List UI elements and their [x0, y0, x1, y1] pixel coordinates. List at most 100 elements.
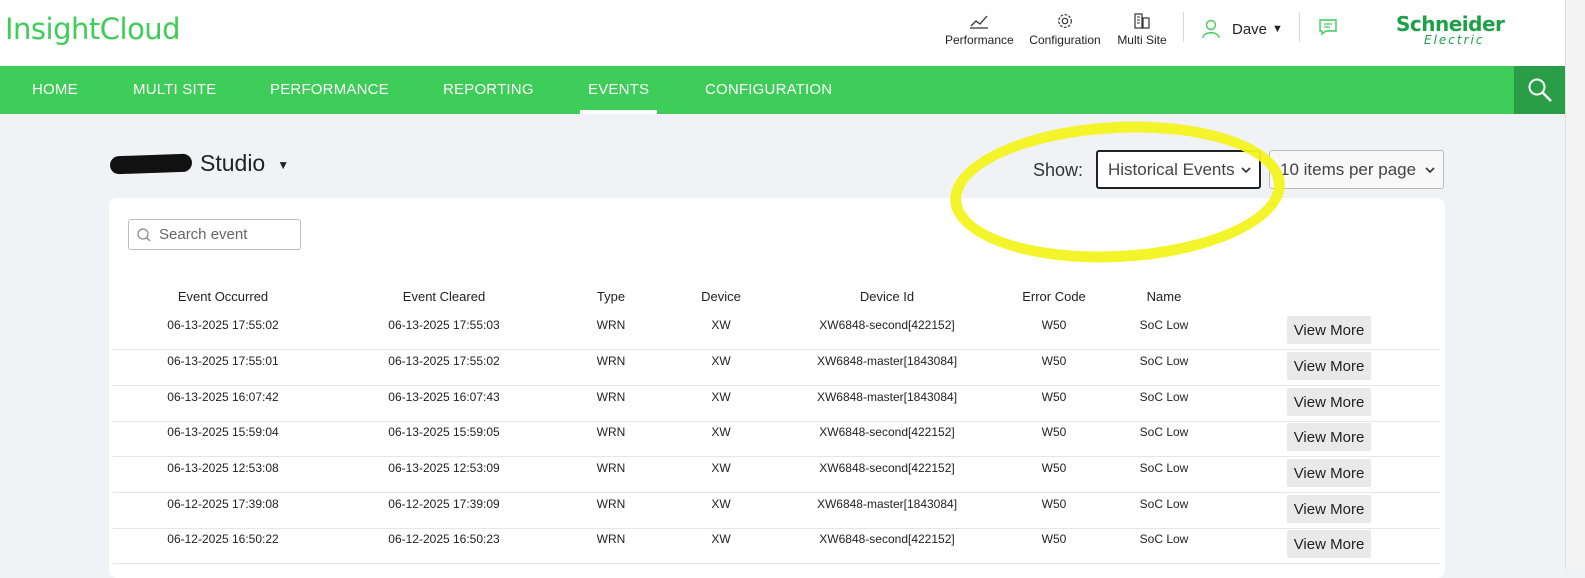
table-row: 06-13-2025 17:55:02 06-13-2025 17:55:03 …	[113, 314, 1440, 350]
table-row: 06-13-2025 17:55:01 06-13-2025 17:55:02 …	[113, 350, 1440, 386]
cell-device-id: XW6848-master[1843084]	[816, 390, 958, 404]
cell-name: SoC Low	[1139, 390, 1189, 404]
view-more-button[interactable]: View More	[1287, 388, 1371, 416]
header-divider	[1299, 12, 1300, 42]
cell-type: WRN	[596, 497, 626, 511]
cell-device-id: XW6848-second[422152]	[819, 425, 955, 439]
cell-error-code: W50	[1041, 425, 1067, 439]
cell-type: WRN	[596, 425, 626, 439]
cell-device: XW	[711, 354, 731, 368]
table-row: 06-13-2025 16:07:42 06-13-2025 16:07:43 …	[113, 386, 1440, 422]
user-name: Dave	[1232, 20, 1268, 38]
table-row: 06-12-2025 17:39:08 06-12-2025 17:39:09 …	[113, 493, 1440, 529]
items-per-page-value: 10 items per page	[1280, 159, 1417, 179]
chevron-down-icon	[1241, 166, 1251, 173]
view-more-button[interactable]: View More	[1287, 423, 1371, 451]
column-header-error-code: Error Code	[1022, 289, 1086, 304]
cell-event-occurred: 06-13-2025 16:07:42	[167, 390, 279, 404]
cell-device: XW	[711, 318, 731, 332]
cell-type: WRN	[596, 532, 626, 546]
cell-device: XW	[711, 425, 731, 439]
search-icon	[1528, 78, 1552, 102]
view-more-button[interactable]: View More	[1287, 352, 1371, 380]
cell-device-id: XW6848-master[1843084]	[816, 497, 958, 511]
cell-device: XW	[711, 532, 731, 546]
column-header-device: Device	[701, 289, 741, 304]
column-header-event-occurred: Event Occurred	[177, 289, 269, 304]
configuration-link[interactable]: Configuration	[1027, 12, 1103, 47]
nav-item-events[interactable]: EVENTS	[579, 66, 658, 114]
show-select[interactable]: Historical Events	[1096, 150, 1261, 189]
search-event-box[interactable]	[128, 219, 301, 250]
search-event-input[interactable]	[157, 225, 291, 244]
chat-icon	[1319, 19, 1337, 36]
table-row: 06-13-2025 15:59:04 06-13-2025 15:59:05 …	[113, 421, 1440, 457]
cell-name: SoC Low	[1139, 461, 1189, 475]
cell-event-occurred: 06-12-2025 16:50:22	[167, 532, 279, 546]
cell-event-occurred: 06-13-2025 15:59:04	[167, 425, 279, 439]
column-header-event-cleared: Event Cleared	[402, 289, 486, 304]
multi-site-link-label: Multi Site	[1117, 33, 1167, 47]
cell-error-code: W50	[1041, 497, 1067, 511]
nav-item-configuration[interactable]: CONFIGURATION	[705, 66, 832, 114]
cell-error-code: W50	[1041, 318, 1067, 332]
cell-event-occurred: 06-13-2025 17:55:02	[167, 318, 279, 332]
site-selector[interactable]: Studio ▼	[109, 150, 290, 177]
chevron-down-icon: ▼	[1272, 23, 1283, 35]
table-row: 06-12-2025 16:50:22 06-12-2025 16:50:23 …	[113, 528, 1440, 564]
cell-device-id: XW6848-second[422152]	[819, 532, 955, 546]
cell-type: WRN	[596, 354, 626, 368]
user-icon	[1202, 19, 1220, 39]
app-logo[interactable]: InsightCloud	[5, 12, 181, 46]
nav-search-button[interactable]	[1514, 66, 1565, 114]
table-row: 06-13-2025 12:53:08 06-13-2025 12:53:09 …	[113, 457, 1440, 493]
cell-event-occurred: 06-13-2025 17:55:01	[167, 354, 279, 368]
view-more-button[interactable]: View More	[1287, 530, 1371, 558]
cell-name: SoC Low	[1139, 497, 1189, 511]
cell-device-id: XW6848-second[422152]	[819, 318, 955, 332]
nav-item-reporting[interactable]: REPORTING	[443, 66, 534, 114]
performance-link-label: Performance	[945, 33, 1014, 47]
cell-type: WRN	[596, 461, 626, 475]
user-menu[interactable]: Dave ▼	[1200, 18, 1283, 40]
cell-type: WRN	[596, 390, 626, 404]
column-header-device-id: Device Id	[859, 289, 915, 304]
header-divider	[1183, 12, 1184, 42]
site-name: Studio	[200, 150, 266, 176]
cell-device: XW	[711, 461, 731, 475]
chat-button[interactable]	[1318, 17, 1338, 42]
redaction-mark	[109, 153, 193, 174]
view-more-button[interactable]: View More	[1287, 459, 1371, 487]
multi-site-link[interactable]: Multi Site	[1116, 12, 1168, 47]
gear-icon	[1058, 14, 1072, 28]
cell-name: SoC Low	[1139, 318, 1189, 332]
cell-event-occurred: 06-13-2025 12:53:08	[167, 461, 279, 475]
app-header: InsightCloud Performance Configuration M…	[0, 0, 1585, 66]
cell-device: XW	[711, 390, 731, 404]
performance-link[interactable]: Performance	[945, 12, 1014, 47]
view-more-button[interactable]: View More	[1287, 316, 1371, 344]
view-more-button[interactable]: View More	[1287, 495, 1371, 523]
cell-name: SoC Low	[1139, 354, 1189, 368]
chevron-down-icon	[1425, 166, 1435, 173]
cell-event-cleared: 06-13-2025 17:55:02	[388, 354, 500, 368]
chart-line-icon	[970, 15, 988, 29]
cell-event-cleared: 06-12-2025 17:39:09	[388, 497, 500, 511]
column-header-name: Name	[1146, 289, 1182, 304]
cell-name: SoC Low	[1139, 532, 1189, 546]
caret-down-icon: ▼	[277, 158, 290, 172]
buildings-icon	[1134, 13, 1150, 29]
nav-item-multi-site[interactable]: MULTI SITE	[133, 66, 216, 114]
cell-type: WRN	[596, 318, 626, 332]
items-per-page-select[interactable]: 10 items per page	[1269, 150, 1444, 189]
configuration-link-label: Configuration	[1029, 33, 1101, 47]
nav-item-home[interactable]: HOME	[32, 66, 78, 114]
cell-error-code: W50	[1041, 532, 1067, 546]
cell-device-id: XW6848-second[422152]	[819, 461, 955, 475]
schneider-electric-logo: Schneider Electric	[1396, 12, 1505, 47]
nav-item-performance[interactable]: PERFORMANCE	[270, 66, 389, 114]
cell-error-code: W50	[1041, 354, 1067, 368]
cell-device-id: XW6848-master[1843084]	[816, 354, 958, 368]
page-scrollbar[interactable]	[1565, 0, 1585, 570]
cell-device: XW	[711, 497, 731, 511]
